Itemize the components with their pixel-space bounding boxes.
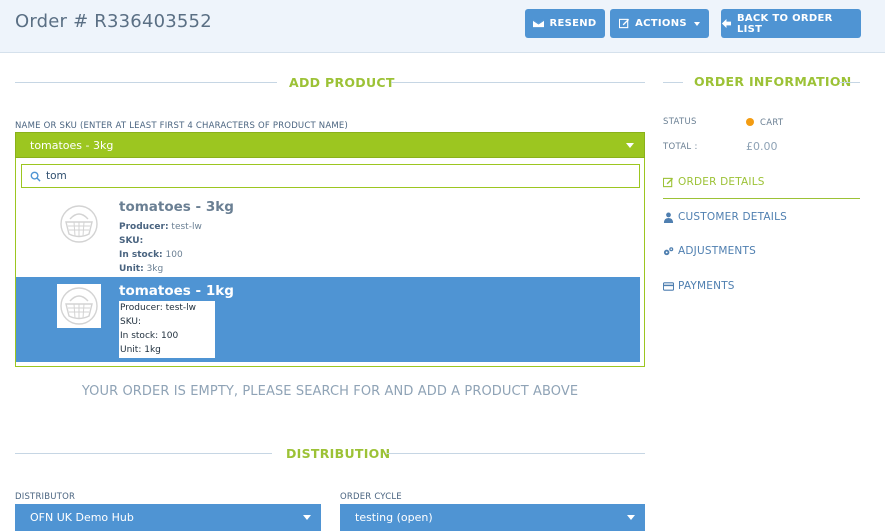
- arrow-left-icon: [721, 18, 732, 29]
- order-cycle-select[interactable]: testing (open): [340, 504, 645, 531]
- product-select[interactable]: tomatoes - 3kg: [15, 132, 645, 158]
- adjustments-label: ADJUSTMENTS: [678, 245, 756, 257]
- order-information-title: ORDER INFORMATION: [694, 74, 852, 89]
- product-meta: Producer: test-lw SKU: In stock: 100 Uni…: [119, 220, 202, 276]
- unit-value: 1kg: [144, 345, 161, 355]
- divider-left: [15, 453, 272, 454]
- adjustments-link[interactable]: ADJUSTMENTS: [663, 245, 756, 257]
- edit-icon: [619, 18, 630, 29]
- actions-button[interactable]: ACTIONS: [610, 9, 709, 38]
- divider-right: [391, 82, 645, 83]
- basket-icon: [60, 205, 98, 243]
- back-label: BACK TO ORDER LIST: [736, 12, 833, 35]
- order-cycle-value: testing (open): [355, 511, 433, 524]
- empty-order-message: YOUR ORDER IS EMPTY, PLEASE SEARCH FOR A…: [81, 384, 579, 399]
- product-thumbnail: [57, 202, 101, 246]
- unit-value: 3kg: [146, 264, 164, 274]
- chevron-down-icon: [693, 21, 700, 26]
- divider-left: [15, 82, 277, 83]
- basket-icon: [60, 287, 98, 325]
- page-title: Order # R336403552: [15, 11, 212, 32]
- producer-label: Producer:: [120, 303, 163, 313]
- sku-label: SKU:: [119, 236, 144, 246]
- envelope-icon: [533, 19, 545, 28]
- distributor-value: OFN UK Demo Hub: [30, 511, 134, 524]
- customer-details-label: CUSTOMER DETAILS: [678, 211, 787, 223]
- distributor-select[interactable]: OFN UK Demo Hub: [15, 504, 321, 531]
- back-to-order-list-button[interactable]: BACK TO ORDER LIST: [721, 9, 861, 38]
- customer-details-link[interactable]: CUSTOMER DETAILS: [663, 211, 787, 223]
- stock-label: In stock:: [119, 250, 163, 260]
- product-search-input[interactable]: tom: [21, 164, 640, 188]
- page-header: Order # R336403552 RESEND ACTIONS BACK T…: [0, 0, 885, 53]
- divider-right: [387, 453, 645, 454]
- total-label: TOTAL :: [663, 142, 698, 152]
- product-dropdown: tom tomatoes - 3kg Producer: test-lw SKU…: [15, 158, 645, 367]
- chevron-down-icon: [626, 143, 634, 148]
- status-label: STATUS: [663, 117, 697, 127]
- stock-value: 100: [165, 250, 183, 260]
- divider-left: [663, 82, 683, 83]
- stock-value: 100: [161, 331, 179, 341]
- edit-icon: [663, 177, 674, 187]
- search-value: tom: [46, 170, 67, 182]
- distribution-title: DISTRIBUTION: [286, 446, 391, 461]
- credit-card-icon: [663, 281, 674, 291]
- active-link-underline: [663, 198, 860, 199]
- payments-link[interactable]: PAYMENTS: [663, 280, 735, 292]
- divider-right: [839, 82, 860, 83]
- chevron-down-icon: [303, 515, 311, 520]
- stock-label: In stock:: [120, 331, 159, 341]
- sku-label: SKU:: [120, 317, 141, 327]
- product-result[interactable]: tomatoes - 3kg Producer: test-lw SKU: In…: [16, 196, 640, 277]
- product-result-highlighted[interactable]: tomatoes - 1kg Producer: test-lw SKU: In…: [16, 277, 640, 362]
- status-value: CART: [760, 118, 784, 128]
- actions-label: ACTIONS: [635, 18, 687, 29]
- user-icon: [663, 212, 674, 223]
- resend-button[interactable]: RESEND: [525, 9, 605, 38]
- distributor-label: DISTRIBUTOR: [15, 492, 76, 502]
- unit-label: Unit:: [120, 345, 142, 355]
- producer-value: test-lw: [165, 303, 197, 313]
- order-cycle-label: ORDER CYCLE: [340, 492, 402, 502]
- cogs-icon: [663, 246, 674, 255]
- search-icon: [30, 171, 41, 182]
- product-search-label: NAME OR SKU (ENTER AT LEAST FIRST 4 CHAR…: [15, 121, 348, 131]
- chevron-down-icon: [627, 515, 635, 520]
- product-thumbnail: [57, 284, 101, 328]
- order-details-label: ORDER DETAILS: [678, 176, 765, 188]
- total-value: £0.00: [746, 140, 778, 153]
- add-product-title: ADD PRODUCT: [289, 75, 395, 90]
- product-name: tomatoes - 3kg: [119, 199, 234, 215]
- resend-label: RESEND: [549, 18, 597, 29]
- producer-value: test-lw: [171, 222, 202, 232]
- product-meta: Producer: test-lw SKU: In stock: 100 Uni…: [119, 301, 215, 358]
- product-select-value: tomatoes - 3kg: [30, 138, 114, 152]
- unit-label: Unit:: [119, 264, 144, 274]
- status-dot: [746, 118, 754, 126]
- payments-label: PAYMENTS: [678, 280, 735, 292]
- order-details-link[interactable]: ORDER DETAILS: [663, 176, 765, 188]
- producer-label: Producer:: [119, 222, 169, 232]
- product-name: tomatoes - 1kg: [119, 283, 234, 299]
